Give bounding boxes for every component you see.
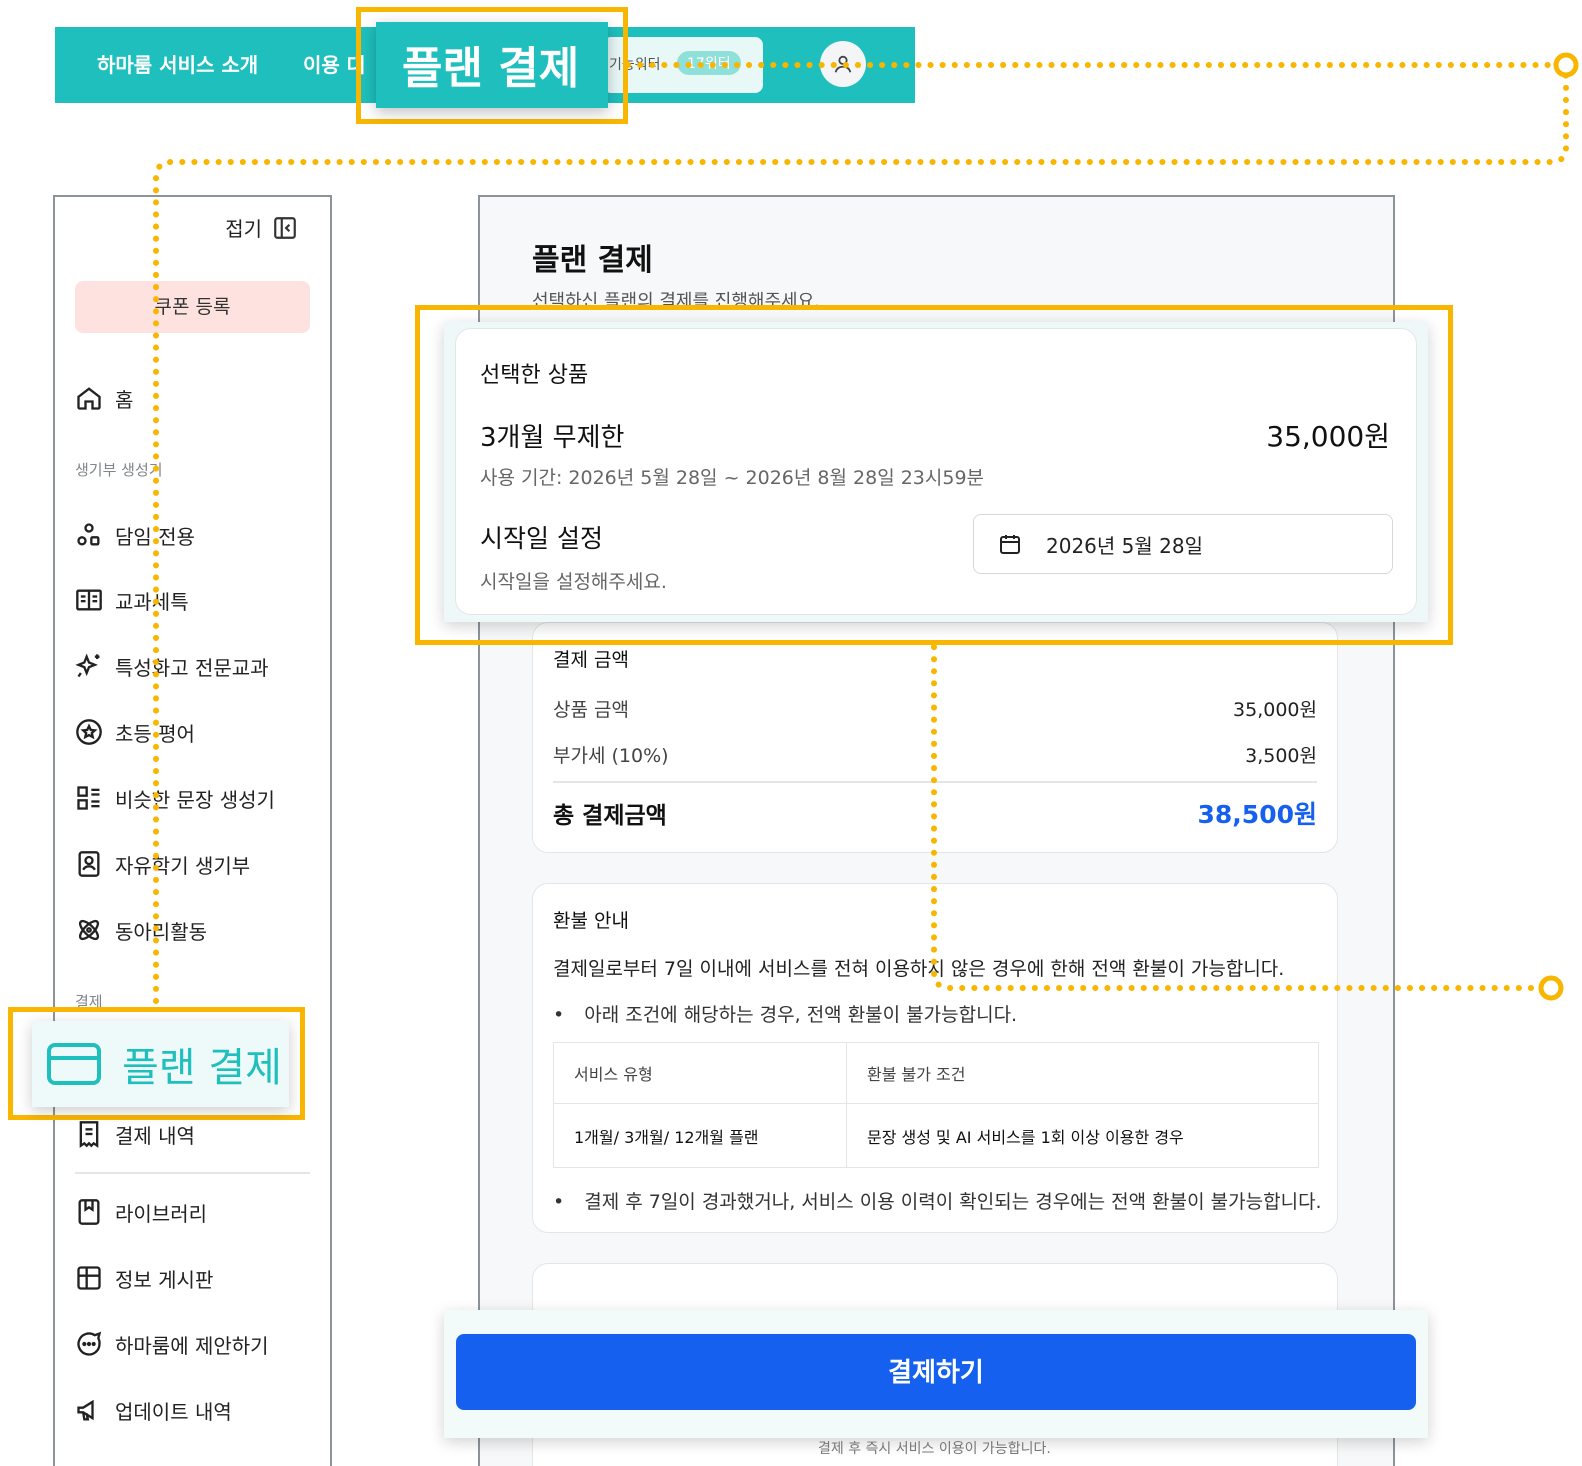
payment-amount-heading: 결제 금액	[553, 649, 629, 671]
refund-table: 서비스 유형 환불 불가 조건 1개월/ 3개월/ 12개월 플랜 문장 생성 …	[553, 1042, 1319, 1168]
refund-table-cell: 1개월/ 3개월/ 12개월 플랜	[554, 1104, 847, 1167]
refund-policy-text: 결제일로부터 7일 이내에 서비스를 전혀 이용하지 않은 경우에 한해 전액 …	[553, 958, 1285, 980]
atom-icon	[78, 919, 100, 941]
connector-endpoint-top	[1553, 52, 1579, 78]
sidebar-item-label: 초등 평어	[115, 721, 195, 746]
sidebar-item-label: 동아리활동	[115, 919, 207, 944]
sidebar-item-library[interactable]: 라이브러리	[75, 1194, 207, 1230]
payment-row-label: 부가세 (10%)	[553, 745, 669, 767]
calendar-icon	[1000, 535, 1020, 554]
book-icon	[76, 589, 102, 611]
collapse-label: 접기	[225, 217, 262, 241]
sidebar-item-club[interactable]: 동아리활동	[75, 912, 207, 948]
bookmark-icon	[78, 1199, 100, 1225]
list-icon	[77, 786, 100, 810]
plan-price: 35,000원	[1266, 420, 1390, 453]
payment-divider	[553, 781, 1317, 783]
sidebar-item-updates[interactable]: 업데이트 내역	[75, 1392, 232, 1428]
water-count-badge: 17워터	[677, 51, 741, 75]
plan-name: 3개월 무제한	[480, 423, 625, 453]
payment-row-value: 3,500원	[1245, 745, 1317, 767]
collapse-sidebar-icon	[274, 216, 296, 239]
sidebar-item-similar-sentence[interactable]: 비슷한 문장 생성기	[75, 780, 275, 816]
megaphone-icon	[77, 1399, 94, 1421]
payment-row-label: 상품 금액	[553, 699, 629, 721]
sidebar-item-label: 자유학기 생기부	[115, 853, 251, 878]
sidebar-item-elementary[interactable]: 초등 평어	[75, 714, 195, 750]
payment-total-value: 38,500원	[1197, 800, 1317, 829]
refund-bullet-2: 결제 후 7일이 경과했거나, 서비스 이용 이력이 확인되는 경우에는 전액 …	[553, 1187, 1322, 1214]
payment-row-subtotal: 상품 금액 35,000원	[553, 695, 1317, 722]
sidebar-item-label: 비슷한 문장 생성기	[115, 787, 275, 812]
sidebar-divider	[75, 1172, 310, 1174]
sidebar-item-label: 특성화고 전문교과	[115, 655, 269, 680]
chat-icon	[77, 1331, 102, 1356]
selected-product-card: 선택한 상품 3개월 무제한 35,000원 사용 기간: 2026년 5월 2…	[455, 328, 1417, 615]
refund-heading: 환불 안내	[553, 910, 629, 932]
section-label-generator: 생기부 생성기	[75, 461, 163, 479]
sidebar-item-label: 정보 게시판	[115, 1267, 214, 1292]
payment-row-value: 35,000원	[1233, 699, 1317, 721]
sidebar-item-label: 결제 내역	[115, 1123, 195, 1148]
payment-amount-card: 결제 금액 상품 금액 35,000원 부가세 (10%) 3,500원 총 결…	[532, 622, 1338, 853]
nav-item-service-intro[interactable]: 하마룸 서비스 소개	[97, 27, 258, 103]
sidebar-item-label: 업데이트 내역	[115, 1399, 232, 1424]
connector-endpoint-refund	[1538, 975, 1564, 1001]
sidebar-item-vocational[interactable]: 특성화고 전문교과	[75, 648, 269, 684]
callout-zoom-sidebar-plan-payment: 플랜 결제	[32, 1021, 289, 1107]
refund-table-header: 서비스 유형	[554, 1043, 847, 1104]
refund-info-card: 환불 안내 결제일로부터 7일 이내에 서비스를 전혀 이용하지 않은 경우에 …	[532, 883, 1338, 1233]
sidebar-item-homeroom[interactable]: 담임 전용	[75, 517, 195, 553]
payment-total-label: 총 결제금액	[553, 803, 667, 829]
sidebar-item-label: 담임 전용	[115, 524, 195, 549]
callout-zoom-nav-plan-payment: 플랜 결제	[376, 22, 608, 108]
page-title: 플랜 결제	[532, 243, 653, 278]
start-date-label: 시작일 설정	[480, 524, 603, 553]
users-icon	[77, 523, 100, 546]
user-avatar-button[interactable]	[820, 41, 866, 87]
board-icon	[77, 1266, 101, 1290]
receipt-icon	[79, 1121, 99, 1148]
id-card-icon	[78, 851, 100, 877]
sidebar-item-label: 교과세특	[115, 589, 189, 614]
sidebar-item-label: 라이브러리	[115, 1201, 207, 1226]
sidebar-item-subject[interactable]: 교과세특	[75, 582, 189, 618]
home-icon	[77, 387, 101, 410]
pay-footnote: 결제 후 즉시 서비스 이용이 가능합니다.	[818, 1441, 1051, 1457]
start-date-hint: 시작일을 설정해주세요.	[480, 571, 667, 593]
refund-table-header: 환불 불가 조건	[847, 1043, 1318, 1104]
sparkles-icon	[75, 653, 100, 678]
selected-product-heading: 선택한 상품	[480, 363, 589, 388]
refund-bullet-1: 아래 조건에 해당하는 경우, 전액 환불이 불가능합니다.	[553, 1000, 1017, 1027]
sidebar-item-free-semester[interactable]: 자유학기 생기부	[75, 846, 250, 882]
user-icon	[834, 55, 852, 73]
credit-card-icon	[47, 1043, 101, 1085]
badge-icon	[76, 719, 102, 745]
pay-button[interactable]: 결제하기	[456, 1334, 1416, 1410]
callout-zoom-label: 플랜 결제	[122, 1045, 282, 1091]
start-date-value: 2026년 5월 28일	[1046, 533, 1203, 558]
sidebar-item-suggest[interactable]: 하마룸에 제안하기	[75, 1326, 269, 1362]
coupon-register-button[interactable]: 쿠폰 등록	[75, 281, 310, 333]
sidebar-collapse-button[interactable]: 접기	[225, 213, 298, 242]
refund-table-cell: 문장 생성 및 AI 서비스를 1회 이상 이용한 경우	[867, 1127, 1184, 1147]
payment-row-vat: 부가세 (10%) 3,500원	[553, 741, 1317, 768]
sidebar-item-label: 하마룸에 제안하기	[115, 1333, 269, 1358]
sidebar-item-home[interactable]: 홈	[75, 380, 133, 416]
refund-bullet-text: 결제 후 7일이 경과했거나, 서비스 이용 이력이 확인되는 경우에는 전액 …	[584, 1191, 1322, 1213]
sidebar-item-info-board[interactable]: 정보 게시판	[75, 1260, 213, 1296]
refund-bullet-text: 아래 조건에 해당하는 경우, 전액 환불이 불가능합니다.	[584, 1004, 1018, 1026]
sidebar: 접기 쿠폰 등록 홈 생기부 생성기 담임 전용 교과세특 특성화고 전문교과 …	[53, 195, 332, 1466]
payment-total-row: 총 결제금액 38,500원	[553, 795, 1317, 831]
sidebar-item-label: 홈	[115, 387, 134, 412]
sidebar-item-payment-history[interactable]: 결제 내역	[75, 1116, 195, 1152]
usage-period: 사용 기간: 2026년 5월 28일 ~ 2026년 8월 28일 23시59…	[480, 467, 985, 489]
start-date-picker[interactable]: 2026년 5월 28일	[973, 514, 1393, 574]
callout-zoom-label: 플랜 결제	[402, 43, 580, 94]
